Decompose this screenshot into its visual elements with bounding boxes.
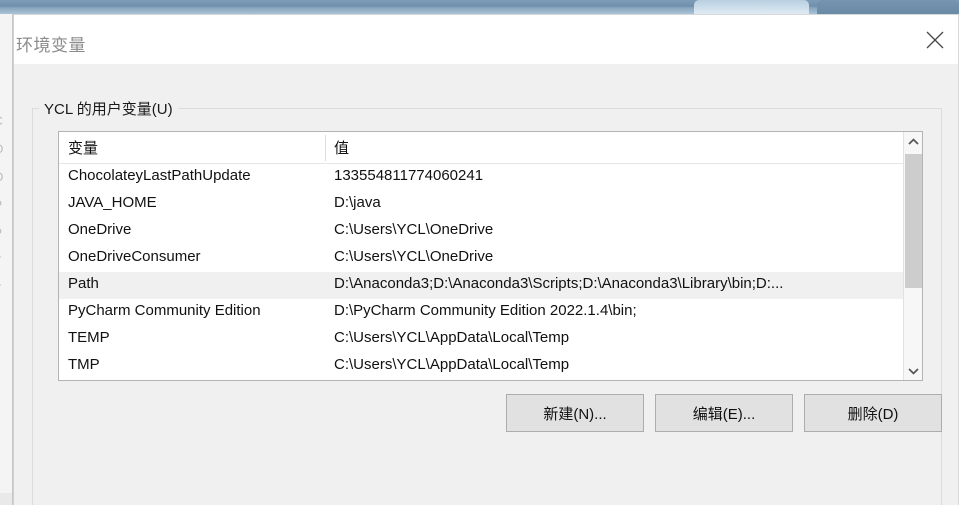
cell-value: C:\Users\YCL\OneDrive [334,248,494,265]
cell-variable: Path [68,275,99,292]
background-window-left-edge: C O O P P T T [0,14,13,505]
background-window-tab-inactive[interactable] [817,0,959,14]
cell-variable: OneDriveConsumer [68,248,201,265]
dialog-body: YCL 的用户变量(U) 变量 值 ChocolateyLastPathUpda… [14,64,958,505]
cell-variable: TMP [68,356,100,373]
column-separator [325,135,326,161]
user-variables-table[interactable]: 变量 值 ChocolateyLastPathUpdate 1335548117… [58,131,923,381]
cell-value: D:\PyCharm Community Edition 2022.1.4\bi… [334,302,637,319]
chevron-down-icon[interactable] [904,361,922,380]
table-viewport: 变量 值 ChocolateyLastPathUpdate 1335548117… [59,132,904,380]
table-row-selected[interactable]: Path D:\Anaconda3;D:\Anaconda3\Scripts;D… [59,272,904,299]
column-header-value[interactable]: 值 [334,137,349,158]
cell-value: C:\Users\YCL\AppData\Local\Temp [334,329,570,346]
table-row[interactable]: PyCharm Community Edition D:\PyCharm Com… [59,299,904,326]
scrollbar-thumb[interactable] [905,154,922,288]
cell-value: C:\Users\YCL\AppData\Local\Temp [334,356,570,373]
column-header-variable[interactable]: 变量 [68,137,98,158]
background-window-tab-active[interactable] [694,0,809,14]
cell-variable: PyCharm Community Edition [68,302,261,319]
cell-value: 133554811774060241 [334,167,484,184]
screen: C O O P P T T 环境变量 YCL 的用户变量(U) [0,0,959,505]
edit-button[interactable]: 编辑(E)... [655,394,793,432]
background-window-taskbar-sliver [0,493,12,505]
table-scrollbar[interactable] [903,132,922,380]
table-row[interactable]: JAVA_HOME D:\java [59,191,904,218]
cell-variable: JAVA_HOME [68,194,157,211]
cell-variable: ChocolateyLastPathUpdate [68,167,251,184]
user-variables-legend: YCL 的用户变量(U) [39,98,178,119]
environment-variables-dialog: 环境变量 YCL 的用户变量(U) 变量 值 ChocolateyLastPat… [13,14,959,505]
cell-value: C:\Users\YCL\OneDrive [334,221,494,238]
table-row[interactable]: ChocolateyLastPathUpdate 133554811774060… [59,164,904,191]
dialog-titlebar: 环境变量 [14,15,958,64]
dialog-title: 环境变量 [16,36,86,55]
cell-variable: OneDrive [68,221,132,238]
user-variables-button-row: 新建(N)... 编辑(E)... 删除(D) [33,394,942,434]
chevron-up-icon[interactable] [904,132,922,151]
cell-value: D:\Anaconda3;D:\Anaconda3\Scripts;D:\Ana… [334,275,784,292]
background-window-titlebar [0,0,959,14]
table-row[interactable]: TEMP C:\Users\YCL\AppData\Local\Temp [59,326,904,353]
cell-value: D:\java [334,194,381,211]
table-row[interactable]: OneDriveConsumer C:\Users\YCL\OneDrive [59,245,904,272]
user-variables-groupbox: YCL 的用户变量(U) 变量 值 ChocolateyLastPathUpda… [32,98,942,505]
table-row[interactable]: TMP C:\Users\YCL\AppData\Local\Temp [59,353,904,380]
close-icon[interactable] [912,15,958,64]
cell-variable: TEMP [68,329,110,346]
table-header-row: 变量 值 [59,132,904,164]
table-row[interactable]: OneDrive C:\Users\YCL\OneDrive [59,218,904,245]
delete-button[interactable]: 删除(D) [804,394,942,432]
new-button[interactable]: 新建(N)... [506,394,644,432]
